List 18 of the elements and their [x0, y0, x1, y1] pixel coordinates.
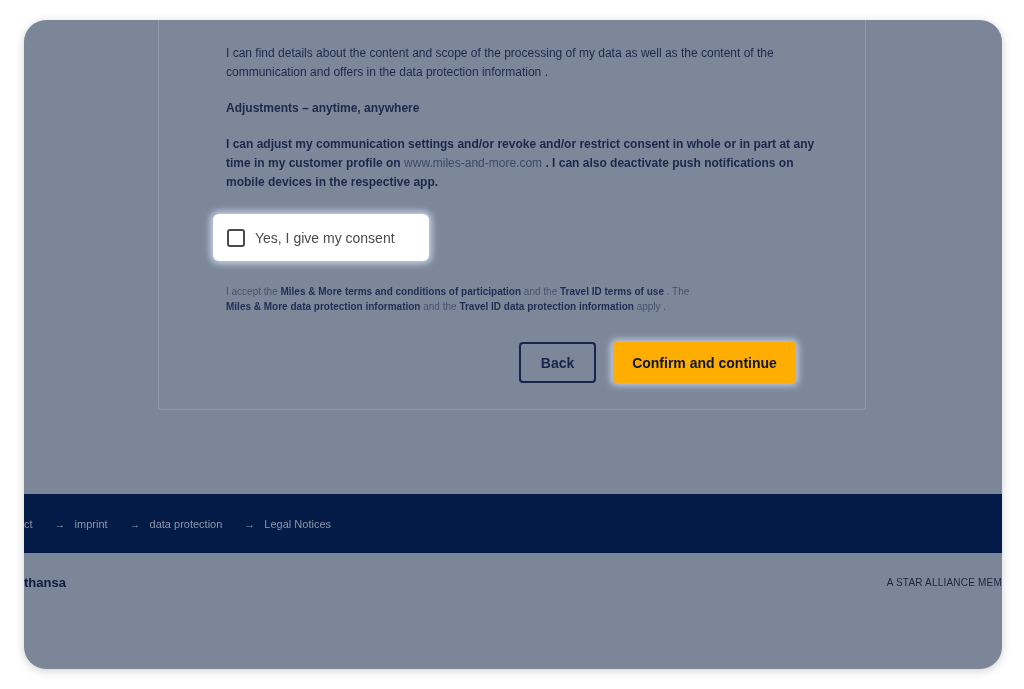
confirm-button[interactable]: Confirm and continue: [613, 342, 796, 383]
profile-link[interactable]: www.miles-and-more.com: [404, 156, 543, 170]
alliance-tagline: A STAR ALLIANCE MEM: [886, 576, 1002, 588]
settings-paragraph: I can adjust my communication settings and/or revoke and/or restrict consent in whole or in part at any time in my customer profile on www.miles-and-more.com . I can also deactivate push notifications on mobile devices in the respective app.: [226, 136, 816, 191]
section-heading: Adjustments – anytime, anywhere: [226, 100, 421, 117]
terms-link[interactable]: Miles & More data protection information: [226, 301, 421, 312]
footer-link[interactable]: → imprint: [54, 517, 108, 530]
terms-link[interactable]: Travel ID terms of use: [560, 286, 664, 297]
footer-link[interactable]: → data protection: [129, 517, 223, 530]
terms-link[interactable]: Travel ID data protection information: [459, 301, 634, 312]
info-paragraph: I can find details about the content and scope of the processing of my data as well as the content of the communication and offers in the data protection information .: [226, 45, 775, 81]
brand-name: thansa: [24, 574, 66, 590]
footer-link[interactable]: → Legal Notices: [244, 517, 331, 530]
consent-checkbox[interactable]: [227, 228, 245, 247]
terms-link[interactable]: Miles & More terms and conditions of participation: [280, 286, 522, 297]
footer-link[interactable]: ct: [24, 517, 33, 530]
back-button[interactable]: Back: [519, 342, 596, 383]
consent-label: Yes, I give my consent: [255, 229, 395, 246]
